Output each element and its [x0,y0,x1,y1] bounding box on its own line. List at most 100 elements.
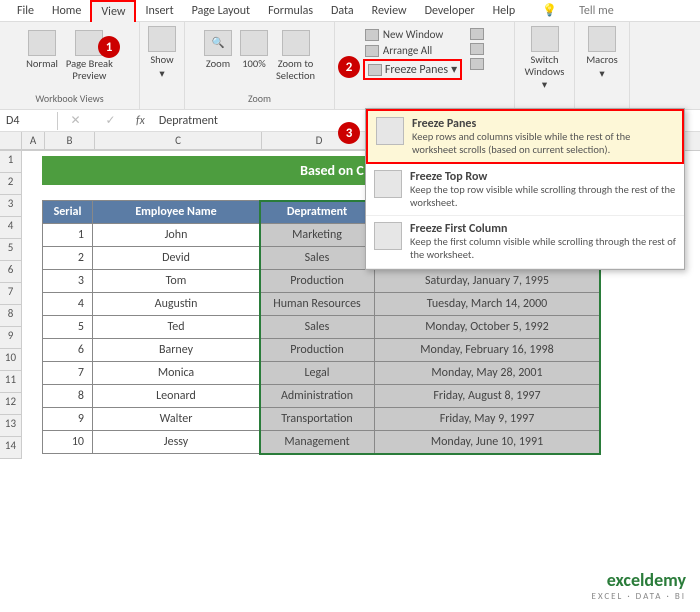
cell[interactable]: 7 [43,362,93,385]
col-header-B[interactable]: B [45,132,95,150]
row-header-4[interactable]: 4 [0,217,22,239]
row-header-3[interactable]: 3 [0,195,22,217]
freeze-first-col-icon [374,222,402,250]
cell[interactable]: Sales [260,247,375,270]
cell[interactable]: Human Resources [260,293,375,316]
tab-view[interactable]: View [90,0,136,22]
cell[interactable]: Jessy [93,431,260,454]
unhide-button[interactable] [468,57,486,71]
tab-file[interactable]: File [8,1,43,21]
tab-help[interactable]: Help [484,1,525,21]
cell[interactable]: Ted [93,316,260,339]
cell[interactable]: Production [260,270,375,293]
new-window-button[interactable]: New Window [363,27,462,42]
normal-button[interactable]: Normal [24,28,60,72]
col-header-C[interactable]: C [95,132,262,150]
zoom-button[interactable]: 🔍Zoom [202,28,234,72]
cell[interactable]: Tom [93,270,260,293]
show-button[interactable]: Show▾ [146,24,178,81]
cell[interactable]: Monica [93,362,260,385]
row-header-7[interactable]: 7 [0,283,22,305]
row-header-2[interactable]: 2 [0,173,22,195]
menu-freeze-first-column[interactable]: Freeze First ColumnKeep the first column… [366,216,684,268]
table-row: 3TomProductionSaturday, January 7, 1995 [43,270,600,293]
cell[interactable]: Augustin [93,293,260,316]
zoom-100-button[interactable]: 100% [238,28,270,72]
cell[interactable]: Saturday, January 7, 1995 [375,270,600,293]
table-header: Serial [43,201,93,224]
hide-button[interactable] [468,42,486,56]
menu-freeze-top-row[interactable]: Freeze Top RowKeep the top row visible w… [366,164,684,216]
cell[interactable]: Walter [93,408,260,431]
cell[interactable]: Administration [260,385,375,408]
cell[interactable]: Marketing [260,224,375,247]
tab-data[interactable]: Data [322,1,363,21]
group-window: New Window Arrange All Freeze Panes▾ [335,22,515,109]
freeze-panes-button[interactable]: Freeze Panes▾ [363,59,462,80]
tell-me[interactable]: 💡Tell me [524,0,631,24]
tab-page-layout[interactable]: Page Layout [183,1,259,21]
cell[interactable]: Monday, June 10, 1991 [375,431,600,454]
col-header-A[interactable]: A [22,132,45,150]
cell[interactable]: Friday, August 8, 1997 [375,385,600,408]
show-icon [148,26,176,52]
freeze-icon [368,64,382,76]
arrange-all-button[interactable]: Arrange All [363,43,462,58]
row-header-5[interactable]: 5 [0,239,22,261]
macros-button[interactable]: Macros▾ [584,24,620,81]
cell[interactable]: Management [260,431,375,454]
tab-developer[interactable]: Developer [416,1,484,21]
annotation-3: 3 [338,122,360,144]
group-macros: Macros▾ [575,22,630,109]
cell[interactable]: 9 [43,408,93,431]
row-header-9[interactable]: 9 [0,327,22,349]
cell[interactable]: Production [260,339,375,362]
cell[interactable]: Devid [93,247,260,270]
cell[interactable]: Monday, February 16, 1998 [375,339,600,362]
cell[interactable]: Transportation [260,408,375,431]
tab-review[interactable]: Review [363,1,416,21]
tab-formulas[interactable]: Formulas [259,1,322,21]
cell[interactable]: 4 [43,293,93,316]
cell[interactable]: John [93,224,260,247]
table-row: 4AugustinHuman ResourcesTuesday, March 1… [43,293,600,316]
row-header-6[interactable]: 6 [0,261,22,283]
cell[interactable]: 6 [43,339,93,362]
split-button[interactable] [468,27,486,41]
row-header-11[interactable]: 11 [0,371,22,393]
switch-windows-button[interactable]: Switch Windows▾ [523,24,567,93]
normal-icon [28,30,56,56]
cell[interactable]: 3 [43,270,93,293]
row-header-8[interactable]: 8 [0,305,22,327]
freeze-panes-icon [376,117,404,145]
group-zoom: 🔍Zoom 100% Zoom to Selection Zoom [185,22,335,109]
annotation-1: 1 [98,36,120,58]
menu-freeze-panes[interactable]: Freeze PanesKeep rows and columns visibl… [366,109,684,164]
cell[interactable]: Monday, May 28, 2001 [375,362,600,385]
group-show: Show▾ [140,22,185,109]
cell[interactable]: Leonard [93,385,260,408]
cell[interactable]: 1 [43,224,93,247]
row-header-12[interactable]: 12 [0,393,22,415]
row-header-1[interactable]: 1 [0,151,22,173]
row-header-13[interactable]: 13 [0,415,22,437]
cell[interactable]: 2 [43,247,93,270]
cell[interactable]: Legal [260,362,375,385]
cell[interactable]: Sales [260,316,375,339]
row-header-10[interactable]: 10 [0,349,22,371]
cell[interactable]: Barney [93,339,260,362]
macros-icon [588,26,616,52]
tab-home[interactable]: Home [43,1,90,21]
table-row: 10JessyManagementMonday, June 10, 1991 [43,431,600,454]
cell[interactable]: 5 [43,316,93,339]
tab-insert[interactable]: Insert [136,1,182,21]
cell[interactable]: Friday, May 9, 1997 [375,408,600,431]
name-box[interactable]: D4 [0,112,58,130]
row-header-14[interactable]: 14 [0,437,22,459]
cell[interactable]: Monday, October 5, 1992 [375,316,600,339]
zoom-sel-button[interactable]: Zoom to Selection [274,28,317,83]
cell[interactable]: Tuesday, March 14, 2000 [375,293,600,316]
fx-icon[interactable]: fx [128,114,153,128]
cell[interactable]: 8 [43,385,93,408]
cell[interactable]: 10 [43,431,93,454]
